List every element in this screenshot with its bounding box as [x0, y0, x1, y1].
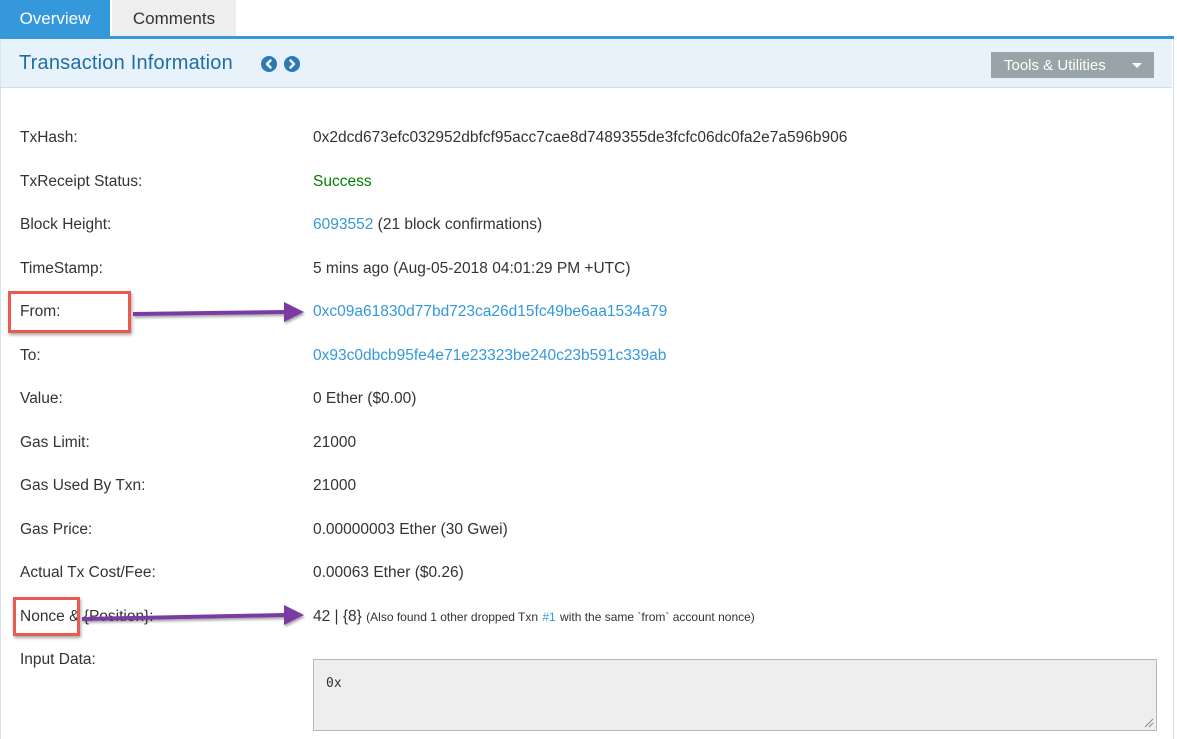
- nonce-label-position: & {Position}:: [69, 608, 154, 625]
- tx-cost-value: 0.00063 Ether ($0.26): [313, 564, 464, 581]
- block-height-label: Block Height:: [20, 216, 112, 233]
- from-address: 0xc09a61830d77bd723ca26d15fc49be6aa1534a…: [313, 303, 667, 321]
- gas-used-label: Gas Used By Txn:: [20, 477, 146, 494]
- page-title: Transaction Information: [19, 52, 233, 74]
- input-data-textarea[interactable]: 0x: [313, 659, 1157, 731]
- tools-utilities-dropdown[interactable]: Tools & Utilities: [991, 52, 1154, 78]
- value-amount: 0 Ether ($0.00): [313, 390, 417, 407]
- txhash-value: 0x2dcd673efc032952dbfcf95acc7cae8d748935…: [313, 129, 848, 146]
- txhash-label: TxHash:: [20, 129, 78, 146]
- next-transaction-button[interactable]: [284, 56, 300, 72]
- nonce-value: 42 | {8} (Also found 1 other dropped Txn…: [313, 608, 755, 626]
- tab-bar: Overview Comments: [0, 0, 1177, 36]
- nonce-highlight-box: [13, 597, 80, 636]
- input-data-label: Input Data:: [20, 651, 96, 668]
- block-number-link[interactable]: 6093552: [313, 216, 373, 233]
- block-height-value: 6093552 (21 block confirmations): [313, 216, 542, 234]
- block-confirmations: (21 block confirmations): [377, 216, 543, 233]
- tx-cost-label: Actual Tx Cost/Fee:: [20, 564, 156, 581]
- gas-price-label: Gas Price:: [20, 521, 93, 538]
- tab-comments[interactable]: Comments: [112, 0, 236, 36]
- prev-transaction-button[interactable]: [261, 56, 277, 72]
- from-address-link[interactable]: 0xc09a61830d77bd723ca26d15fc49be6aa1534a…: [313, 303, 667, 320]
- gas-used-value: 21000: [313, 477, 357, 494]
- gas-price-value: 0.00000003 Ether (30 Gwei): [313, 521, 508, 538]
- timestamp-value: 5 mins ago (Aug-05-2018 04:01:29 PM +UTC…: [313, 260, 631, 277]
- from-highlight-box: [8, 291, 131, 333]
- chevron-left-circle-icon: [265, 59, 272, 69]
- to-address: 0x93c0dbcb95fe4e71e23323be240c23b591c339…: [313, 347, 666, 365]
- gas-limit-value: 21000: [313, 434, 357, 451]
- tools-utilities-label: Tools & Utilities: [1004, 57, 1106, 74]
- gas-limit-label: Gas Limit:: [20, 434, 90, 451]
- value-label: Value:: [20, 390, 63, 407]
- dropped-txn-link[interactable]: #1: [542, 610, 555, 624]
- input-data-value: 0x: [326, 676, 342, 691]
- caret-down-icon: [1132, 63, 1142, 68]
- dropped-txn-note-suffix: with the same `from` account nonce): [560, 610, 755, 624]
- tab-overview[interactable]: Overview: [0, 0, 110, 36]
- chevron-right-circle-icon: [289, 59, 296, 69]
- resize-grip-icon[interactable]: [1144, 718, 1154, 728]
- timestamp-label: TimeStamp:: [20, 260, 103, 277]
- to-address-link[interactable]: 0x93c0dbcb95fe4e71e23323be240c23b591c339…: [313, 347, 666, 364]
- dropped-txn-note-prefix: (Also found 1 other dropped Txn: [366, 610, 539, 624]
- to-label: To:: [20, 347, 41, 364]
- status-value: Success: [313, 173, 372, 190]
- status-label: TxReceipt Status:: [20, 173, 143, 190]
- nonce-position-value: 42 | {8}: [313, 608, 362, 625]
